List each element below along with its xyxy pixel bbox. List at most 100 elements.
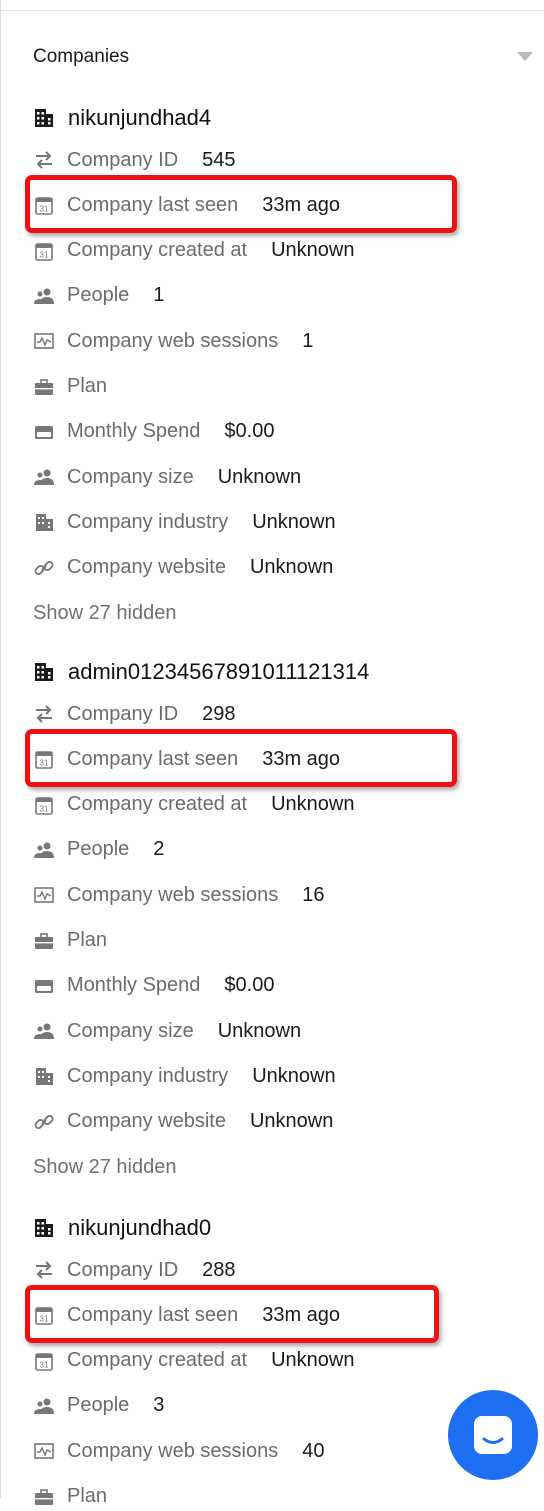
attribute-row[interactable]: People 2: [33, 836, 164, 864]
attribute-row[interactable]: 31 Company created at Unknown: [33, 1347, 355, 1375]
attribute-label: Company created at: [67, 793, 248, 816]
show-hidden-link[interactable]: Show 27 hidden: [33, 599, 176, 627]
attribute-row[interactable]: Company ID 298: [33, 700, 236, 728]
svg-text:31: 31: [40, 250, 49, 259]
top-divider: [1, 10, 544, 11]
messenger-launcher-button[interactable]: [448, 1390, 538, 1480]
company-name[interactable]: nikunjundhad0: [68, 1215, 211, 1241]
company-name-row[interactable]: admin01234567891011121314: [33, 657, 369, 687]
attribute-label: Company created at: [67, 239, 248, 262]
activity-icon: [33, 1440, 55, 1462]
activity-icon: [33, 330, 55, 352]
attribute-row[interactable]: Company size Unknown: [33, 463, 301, 491]
attribute-row[interactable]: Company ID 288: [33, 1256, 236, 1284]
attribute-label: Monthly Spend: [67, 420, 201, 443]
attribute-row[interactable]: Company industry Unknown: [33, 508, 336, 536]
attribute-value[interactable]: Unknown: [250, 1110, 333, 1133]
credit-card-icon: [33, 975, 55, 997]
attribute-value[interactable]: Unknown: [271, 1349, 354, 1372]
link-icon: [33, 557, 55, 579]
attribute-value[interactable]: $0.00: [224, 420, 274, 443]
attribute-label: Company ID: [67, 148, 179, 171]
people-icon: [33, 1020, 55, 1042]
attribute-row[interactable]: Company web sessions 16: [33, 881, 324, 909]
calendar-icon: 31: [33, 1350, 55, 1372]
attribute-value[interactable]: Unknown: [218, 466, 301, 489]
show-hidden-link[interactable]: Show 27 hidden: [33, 1153, 176, 1181]
calendar-icon: 31: [33, 794, 55, 816]
attribute-value[interactable]: 1: [302, 330, 313, 353]
attribute-row[interactable]: Company website Unknown: [33, 554, 333, 582]
attribute-label: Company industry: [67, 510, 229, 533]
attribute-row[interactable]: Company web sessions 40: [33, 1437, 324, 1465]
attribute-row[interactable]: 31 Company created at Unknown: [33, 791, 355, 819]
attribute-row[interactable]: Monthly Spend $0.00: [33, 418, 274, 446]
attribute-row[interactable]: Company website Unknown: [33, 1108, 333, 1136]
attribute-value[interactable]: Unknown: [271, 793, 354, 816]
attribute-row[interactable]: People 1: [33, 282, 164, 310]
transfer-arrows-icon: [33, 1259, 55, 1281]
transfer-arrows-icon: [33, 703, 55, 725]
annotation-highlight-box: [25, 175, 457, 234]
attribute-value[interactable]: Unknown: [218, 1020, 301, 1043]
company-name-row[interactable]: nikunjundhad4: [33, 103, 211, 133]
attribute-row[interactable]: People 3: [33, 1392, 164, 1420]
attribute-row[interactable]: Company size Unknown: [33, 1017, 301, 1045]
activity-icon: [33, 884, 55, 906]
attribute-row[interactable]: Plan: [33, 927, 107, 955]
companies-section-header[interactable]: Companies: [33, 44, 533, 70]
attribute-row[interactable]: Company ID 545: [33, 146, 236, 174]
attribute-value[interactable]: 1: [153, 284, 164, 307]
attribute-label: Company website: [67, 556, 226, 579]
svg-text:31: 31: [40, 804, 49, 813]
attribute-value[interactable]: Unknown: [271, 239, 354, 262]
people-icon: [33, 466, 55, 488]
section-title: Companies: [33, 46, 130, 67]
attribute-value[interactable]: 3: [153, 1394, 164, 1417]
attribute-value[interactable]: 545: [202, 149, 235, 172]
company-name-row[interactable]: nikunjundhad0: [33, 1213, 211, 1243]
building-icon: [33, 1065, 55, 1087]
companies-panel: Companies nikunjundhad4 Company ID 545 31 Co…: [0, 0, 544, 1507]
attribute-value[interactable]: 40: [302, 1440, 324, 1463]
attribute-value[interactable]: 16: [302, 884, 324, 907]
attribute-label: Monthly Spend: [67, 974, 201, 997]
company-building-icon: [33, 661, 55, 683]
briefcase-icon: [33, 930, 55, 952]
chevron-down-icon[interactable]: [517, 52, 533, 61]
people-icon: [33, 839, 55, 861]
attribute-row[interactable]: Company industry Unknown: [33, 1062, 336, 1090]
calendar-icon: 31: [33, 240, 55, 262]
company-building-icon: [33, 1217, 55, 1239]
attribute-value[interactable]: Unknown: [252, 1065, 335, 1088]
attribute-value[interactable]: 298: [202, 703, 235, 726]
attribute-value[interactable]: $0.00: [224, 974, 274, 997]
attribute-label: Company size: [67, 465, 194, 488]
attribute-value[interactable]: Unknown: [250, 556, 333, 579]
attribute-value[interactable]: Unknown: [252, 511, 335, 534]
people-icon: [33, 1395, 55, 1417]
briefcase-icon: [33, 376, 55, 398]
chat-bubble-icon: [470, 1412, 516, 1458]
attribute-label: Plan: [67, 929, 108, 951]
attribute-value[interactable]: 288: [202, 1259, 235, 1282]
annotation-highlight-box: [25, 1285, 439, 1344]
attribute-label: Company created at: [67, 1349, 248, 1372]
company-name[interactable]: admin01234567891011121314: [68, 659, 369, 685]
attribute-row[interactable]: Plan: [33, 1483, 107, 1511]
building-icon: [33, 511, 55, 533]
people-icon: [33, 285, 55, 307]
company-name[interactable]: nikunjundhad4: [68, 105, 211, 131]
attribute-label: Plan: [67, 1485, 108, 1507]
link-icon: [33, 1111, 55, 1133]
attribute-row[interactable]: Company web sessions 1: [33, 327, 313, 355]
attribute-row[interactable]: Monthly Spend $0.00: [33, 972, 274, 1000]
company-building-icon: [33, 107, 55, 129]
attribute-label: Company web sessions: [67, 1439, 279, 1462]
attribute-row[interactable]: Plan: [33, 373, 107, 401]
attribute-label: Company ID: [67, 702, 179, 725]
attribute-label: Plan: [67, 375, 108, 397]
attribute-row[interactable]: 31 Company created at Unknown: [33, 237, 355, 265]
annotation-highlight-box: [25, 729, 457, 788]
attribute-value[interactable]: 2: [153, 838, 164, 861]
